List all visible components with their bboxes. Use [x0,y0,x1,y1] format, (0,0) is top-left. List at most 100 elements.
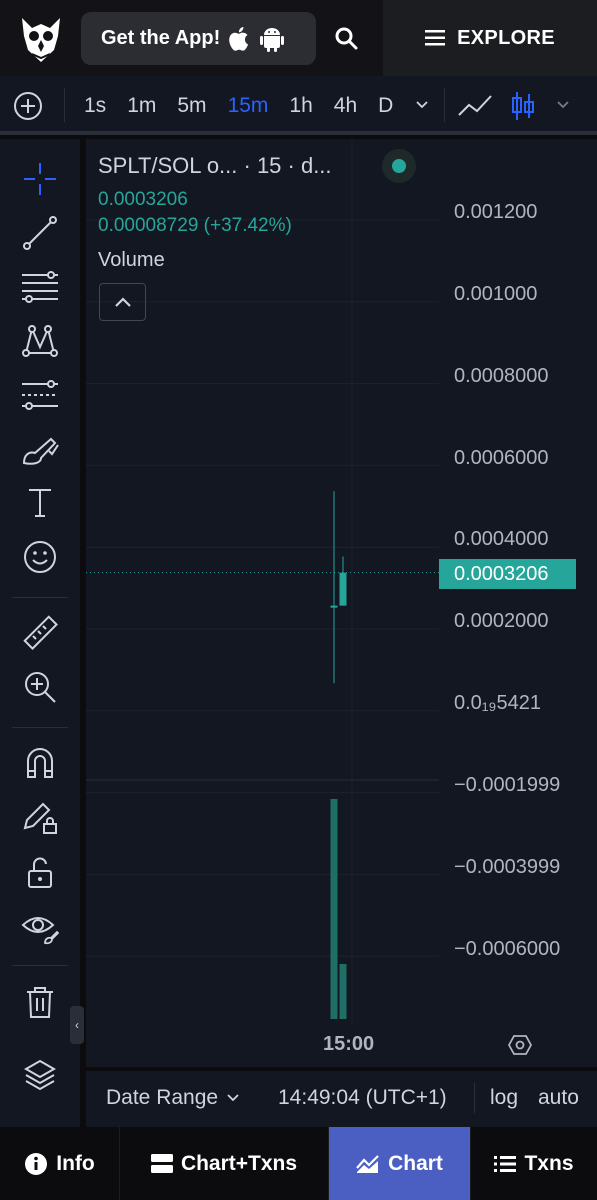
info-icon [25,1152,48,1175]
legend-price: 0.0003206 [98,189,188,210]
toolbar-divider [444,88,445,122]
pair-title[interactable]: SPLT/SOL o... · 15 · d... [98,153,332,178]
candle-body [339,572,347,606]
interval-D[interactable]: D [378,93,393,119]
interval-4h[interactable]: 4h [334,93,357,119]
live-status-indicator [382,149,416,183]
magnet-tool[interactable] [20,743,60,783]
log-scale-toggle[interactable]: log [490,1086,518,1110]
prediction-tool[interactable] [20,375,60,415]
volume-bar [339,964,347,1019]
tools-divider [12,727,68,728]
tools-divider [12,965,68,966]
smiley-icon [24,541,56,573]
volume-label: Volume [98,249,165,271]
eye-brush-icon [21,917,59,945]
explore-label: EXPLORE [457,26,555,49]
text-tool[interactable] [20,483,60,523]
line-chart-icon[interactable] [457,93,493,119]
interval-selector: 1s 1m 5m 15m 1h 4h D [84,93,414,119]
text-icon [29,489,51,517]
interval-1h[interactable]: 1h [289,93,312,119]
price-axis-label: 0.0002000 [454,610,549,632]
date-range-button[interactable]: Date Range [106,1086,240,1110]
price-axis-label: 0.001200 [454,201,538,223]
explore-button[interactable]: EXPLORE [383,0,597,76]
crosshair-icon [24,163,56,195]
collapse-legend-button[interactable] [99,283,146,321]
measure-tool[interactable] [20,613,60,653]
get-app-label: Get the App! [101,27,221,49]
toolbar-divider [64,88,65,122]
zoom-in-icon [25,672,56,703]
chart-legend: SPLT/SOL o... · 15 · d... [98,153,332,179]
volume-bar [330,799,338,1019]
trend-line-tool[interactable] [20,213,60,253]
candle-body [330,605,338,608]
area-chart-icon [356,1154,379,1173]
current-price-badge: 0.0003206 [439,559,576,589]
brush-icon [22,437,59,465]
tab-chart-txns[interactable]: Chart+Txns [120,1127,329,1200]
unlock-icon [28,857,52,888]
top-header: Get the App! EXPLORE [0,0,597,76]
tab-chart-label: Chart [388,1151,443,1175]
chart-toolbar: 1s 1m 5m 15m 1h 4h D [0,76,597,135]
ruler-icon [23,615,58,650]
horizontal-lines-icon [22,271,58,303]
chart-type-chevron-down-icon[interactable] [556,98,570,112]
intervals-chevron-down-icon[interactable] [414,97,430,113]
split-view-icon [150,1153,173,1173]
live-dot-icon [392,159,406,173]
tab-txns[interactable]: Txns [471,1127,597,1200]
interval-1m[interactable]: 1m [127,93,156,119]
projection-icon [22,380,58,410]
trend-line-icon [23,216,57,250]
bottom-nav: Info Chart+Txns Chart Txns [0,1127,597,1200]
tab-chart-txns-label: Chart+Txns [180,1151,298,1175]
apple-icon [229,26,249,51]
emoji-tool[interactable] [20,537,60,577]
remove-drawings-tool[interactable] [20,982,60,1022]
interval-15m[interactable]: 15m [228,93,269,119]
fib-tool[interactable] [20,267,60,307]
menu-icon [425,30,446,46]
add-indicator-icon[interactable] [12,90,44,122]
pattern-tool[interactable] [20,321,60,361]
interval-1s[interactable]: 1s [84,93,106,119]
owl-logo-icon[interactable] [20,14,62,64]
get-app-button[interactable]: Get the App! [81,12,316,65]
price-axis-label: 0.0006000 [454,447,549,469]
candlestick-chart-icon[interactable] [510,90,536,122]
time-axis: 15:00 [86,1025,597,1067]
price-axis-label: 0.0004000 [454,528,549,550]
chart-bottom-bar: Date Range 14:49:04 (UTC+1) log auto [86,1071,597,1127]
timezone-clock[interactable]: 14:49:04 (UTC+1) [278,1086,447,1110]
tab-info-label: Info [56,1151,95,1175]
legend-change: 0.00008729 (+37.42%) [98,215,292,236]
lock-drawing-tool[interactable] [20,797,60,837]
lock-all-tool[interactable] [20,853,60,893]
brush-tool[interactable] [20,429,60,469]
zoom-tool[interactable] [20,667,60,707]
hide-drawings-tool[interactable] [20,907,60,947]
chart-settings-icon[interactable] [508,1033,532,1057]
trash-icon [27,987,53,1018]
pencil-lock-icon [23,802,57,834]
price-axis-label: 0.0008000 [454,365,549,387]
price-chart[interactable]: SPLT/SOL o... · 15 · d... 0.0003206 0.00… [86,139,597,1067]
price-axis-label: −0.0003999 [454,856,561,878]
price-axis-label: −0.0001999 [454,774,561,796]
auto-scale-toggle[interactable]: auto [538,1086,579,1110]
time-axis-label: 15:00 [323,1033,375,1055]
search-icon[interactable] [334,26,360,52]
tools-divider [12,597,68,598]
collapse-toolbar-button[interactable]: ‹ [70,1006,84,1044]
object-tree-tool[interactable] [20,1055,60,1095]
tab-info[interactable]: Info [0,1127,120,1200]
chevron-down-icon [227,1094,239,1102]
android-icon [260,27,285,52]
interval-5m[interactable]: 5m [177,93,206,119]
crosshair-tool[interactable] [20,159,60,199]
tab-chart[interactable]: Chart [329,1127,471,1200]
